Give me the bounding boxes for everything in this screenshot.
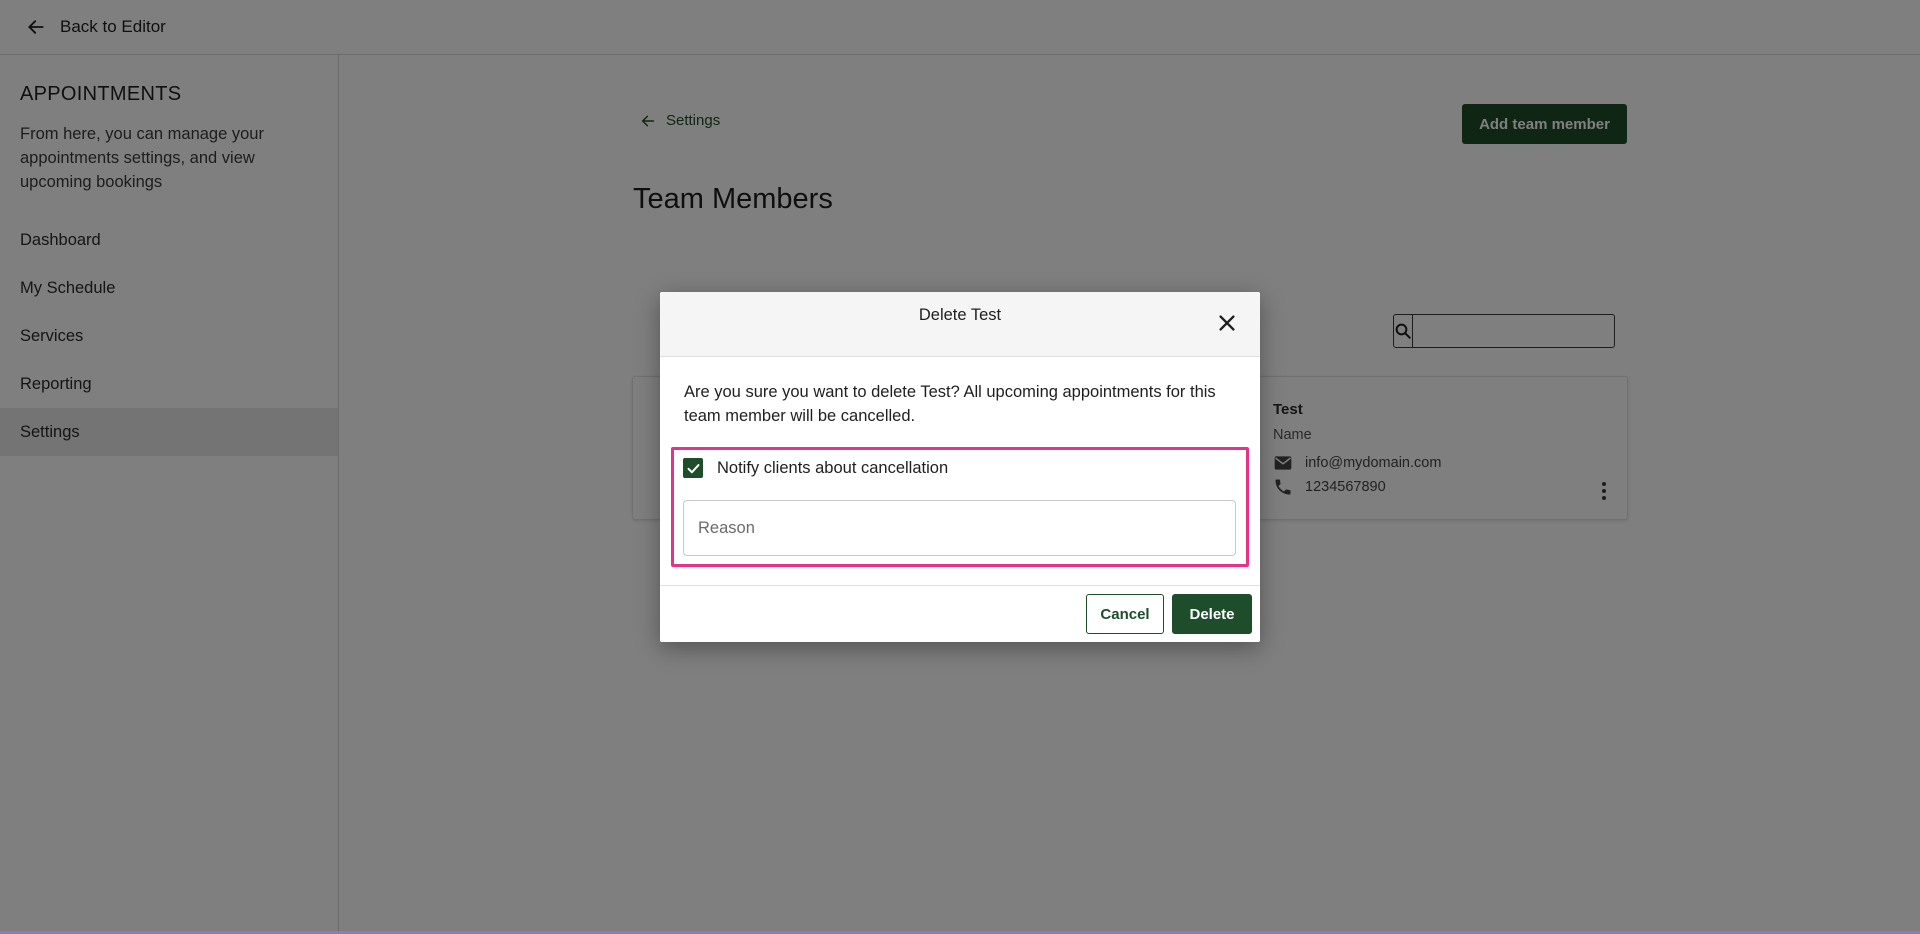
dialog-header: Delete Test (660, 292, 1260, 357)
dialog-message: Are you sure you want to delete Test? Al… (684, 383, 1216, 425)
notify-clients-checkbox-row[interactable]: Notify clients about cancellation (683, 456, 1239, 480)
reason-input[interactable] (683, 500, 1236, 556)
notify-clients-checkbox[interactable] (683, 458, 703, 478)
dialog-body: Are you sure you want to delete Test? Al… (660, 357, 1260, 567)
dialog-footer: Cancel Delete (660, 585, 1260, 642)
close-icon[interactable] (1216, 312, 1238, 334)
delete-dialog: Delete Test Are you sure you want to del… (660, 292, 1260, 642)
delete-button[interactable]: Delete (1172, 594, 1252, 634)
notify-section-highlight: Notify clients about cancellation (671, 447, 1249, 567)
notify-clients-label: Notify clients about cancellation (717, 458, 949, 477)
check-icon (687, 463, 699, 473)
cancel-button[interactable]: Cancel (1086, 594, 1164, 634)
dialog-title: Delete Test (918, 306, 1002, 324)
